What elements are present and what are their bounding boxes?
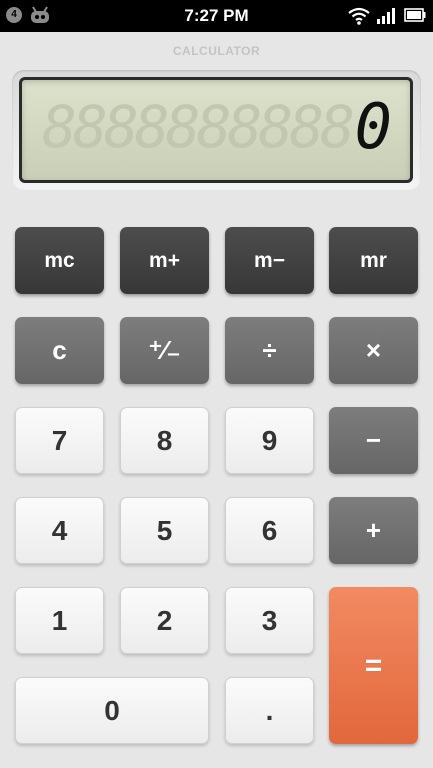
divide-label: ÷ xyxy=(262,335,277,365)
digit-7-button[interactable]: 7 xyxy=(15,407,104,474)
digit-0-button[interactable]: 0 xyxy=(15,677,209,744)
decimal-label: . xyxy=(265,695,274,726)
plus-button[interactable]: + xyxy=(329,497,418,564)
digit-5-label: 5 xyxy=(156,515,173,546)
m-plus-button[interactable]: m+ xyxy=(120,227,209,294)
digit-5-button[interactable]: 5 xyxy=(120,497,209,564)
mr-button[interactable]: mr xyxy=(329,227,418,294)
wifi-icon xyxy=(348,7,370,25)
mr-label: mr xyxy=(360,249,387,272)
mc-label: mc xyxy=(44,249,75,272)
digit-3-label: 3 xyxy=(261,605,278,636)
digit-8-button[interactable]: 8 xyxy=(120,407,209,474)
digit-4-label: 4 xyxy=(51,515,68,546)
digit-6-button[interactable]: 6 xyxy=(225,497,314,564)
digit-2-button[interactable]: 2 xyxy=(120,587,209,654)
plus-minus-button[interactable]: ⁺⁄₋ xyxy=(120,317,209,384)
digit-0-label: 0 xyxy=(104,695,120,726)
lcd-display: 8888888888 0 xyxy=(19,77,413,183)
decimal-button[interactable]: . xyxy=(225,677,314,744)
multiply-label: × xyxy=(365,335,382,365)
clear-label: c xyxy=(52,335,67,365)
minus-button[interactable]: − xyxy=(329,407,418,474)
app-title: CALCULATOR xyxy=(172,44,261,58)
plus-minus-label: ⁺⁄₋ xyxy=(148,335,181,365)
minus-label: − xyxy=(365,425,382,455)
digit-9-label: 9 xyxy=(261,425,278,456)
mc-button[interactable]: mc xyxy=(15,227,104,294)
m-plus-label: m+ xyxy=(149,249,180,272)
digit-2-label: 2 xyxy=(156,605,173,636)
battery-icon xyxy=(404,8,426,22)
digit-4-button[interactable]: 4 xyxy=(15,497,104,564)
digit-3-button[interactable]: 3 xyxy=(225,587,314,654)
lcd-ghost-digits: 8888888888 xyxy=(42,93,355,161)
clear-button[interactable]: c xyxy=(15,317,104,384)
divide-button[interactable]: ÷ xyxy=(225,317,314,384)
status-bar: 4 7:27 PM xyxy=(0,0,433,32)
multiply-button[interactable]: × xyxy=(329,317,418,384)
lcd-value: 0 xyxy=(354,90,392,163)
plus-label: + xyxy=(365,515,382,545)
equals-label: = xyxy=(364,649,383,682)
equals-button[interactable]: = xyxy=(329,587,418,744)
digit-6-label: 6 xyxy=(261,515,278,546)
digit-1-button[interactable]: 1 xyxy=(15,587,104,654)
digit-8-label: 8 xyxy=(156,425,173,456)
signal-icon xyxy=(377,8,395,24)
digit-1-label: 1 xyxy=(51,605,68,636)
m-minus-label: m− xyxy=(254,249,285,272)
digit-7-label: 7 xyxy=(51,425,68,456)
m-minus-button[interactable]: m− xyxy=(225,227,314,294)
digit-9-button[interactable]: 9 xyxy=(225,407,314,474)
